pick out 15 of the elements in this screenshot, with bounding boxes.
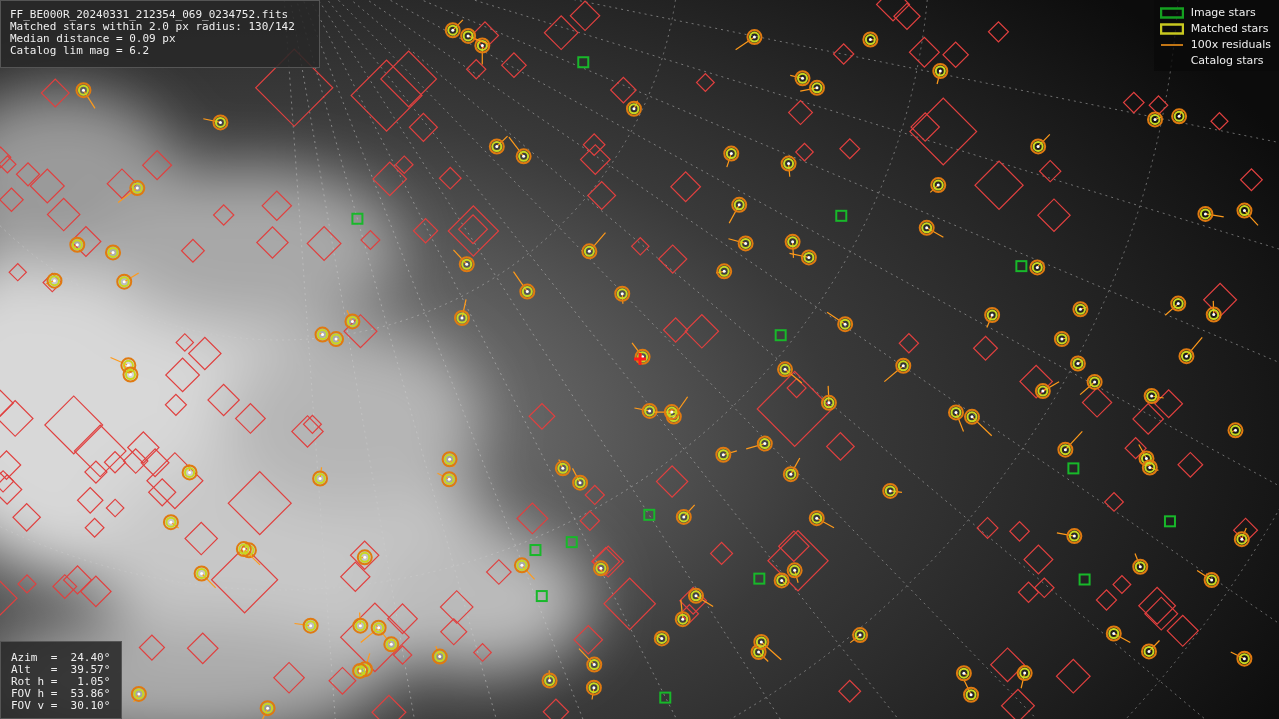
info-text: FF_BE000R_20240331_212354_069_0234752.fits [10, 9, 290, 21]
pointing-text: Alt = 39.57° [11, 664, 112, 676]
legend-swatch-icon [1159, 22, 1184, 35]
info-text: Catalog lim mag = 6.2 [10, 45, 151, 57]
legend-label: Image stars [1190, 6, 1256, 19]
pointing-text: FOV h = 53.86° [11, 688, 112, 700]
legend-label: Catalog stars [1190, 54, 1264, 67]
pointing-text: Rot h = 1.05° [11, 676, 112, 688]
info-text: Median distance = 0.09 px [10, 33, 177, 45]
pointing-text: FOV v = 30.10° [11, 700, 112, 712]
legend-label: Matched stars [1190, 22, 1269, 35]
legend-label: 100x residuals [1190, 38, 1271, 51]
pointing-text: Azim = 24.40° [11, 652, 112, 664]
info-text: Matched stars within 2.0 px radius: 130/142 [10, 21, 296, 33]
legend-swatch-icon [1159, 6, 1184, 19]
